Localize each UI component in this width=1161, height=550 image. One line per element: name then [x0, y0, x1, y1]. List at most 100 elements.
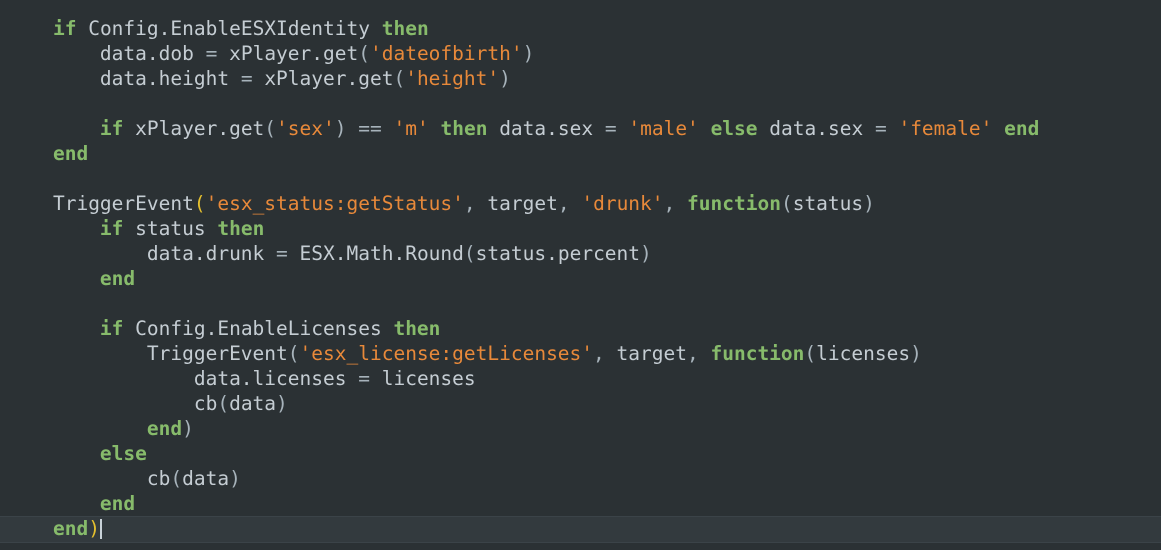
code-line[interactable]: if Config.EnableLicenses then [0, 316, 1161, 341]
code-token: ( [358, 42, 370, 65]
code-token: cb [193, 392, 218, 415]
code-token: 'drunk' [581, 192, 664, 215]
code-token: data.drunk [146, 242, 265, 265]
code-line[interactable]: if xPlayer.get('sex') == 'm' then data.s… [0, 116, 1161, 141]
code-token: 'sex' [276, 117, 335, 140]
code-line[interactable]: data.height = xPlayer.get('height') [0, 66, 1161, 91]
code-text-area[interactable]: if Config.EnableESXIdentity then data.do… [0, 16, 1161, 543]
code-token: 'female' [898, 117, 993, 140]
code-line[interactable]: end) [0, 516, 1161, 543]
code-token: status [792, 192, 864, 215]
code-editor-viewport[interactable]: if Config.EnableESXIdentity then data.do… [0, 0, 1161, 550]
code-line[interactable] [0, 291, 1161, 316]
code-token: if [99, 317, 124, 340]
code-token: data.sex [499, 117, 594, 140]
code-token: = [205, 42, 218, 65]
code-token: ) [499, 67, 511, 90]
code-token: ) [88, 517, 100, 540]
code-token: 'esx_status:getStatus' [205, 192, 464, 215]
code-token: xPlayer.get [264, 67, 394, 90]
code-token: ESX.Math.Round [299, 242, 464, 265]
code-token: cb [146, 467, 171, 490]
code-token: = [358, 367, 370, 390]
code-line[interactable]: TriggerEvent('esx_status:getStatus', tar… [0, 191, 1161, 216]
code-line[interactable]: data.dob = xPlayer.get('dateofbirth') [0, 41, 1161, 66]
code-token: 'm' [393, 117, 429, 140]
code-line[interactable]: cb(data) [0, 466, 1161, 491]
code-line[interactable]: end [0, 491, 1161, 516]
code-token: ) [182, 417, 194, 440]
code-token: ) [334, 117, 347, 140]
code-token: then [217, 217, 265, 240]
code-line[interactable]: cb(data) [0, 391, 1161, 416]
code-token: data.dob [99, 42, 194, 65]
code-token: ( [393, 67, 406, 90]
code-line[interactable]: data.drunk = ESX.Math.Round(status.perce… [0, 241, 1161, 266]
code-token: then [381, 17, 429, 40]
code-token: ( [193, 192, 206, 215]
code-token: ( [217, 392, 230, 415]
code-token: Config.EnableLicenses [135, 317, 382, 340]
code-token: xPlayer.get [135, 117, 265, 140]
code-line[interactable]: end) [0, 416, 1161, 441]
text-cursor [99, 519, 102, 539]
code-line[interactable]: else [0, 441, 1161, 466]
code-line[interactable]: if status then [0, 216, 1161, 241]
code-line[interactable] [0, 166, 1161, 191]
code-token: ) [910, 342, 922, 365]
code-token: data.licenses [193, 367, 347, 390]
code-token: status [135, 217, 206, 240]
code-token: ( [287, 342, 300, 365]
code-line[interactable]: if Config.EnableESXIdentity then [0, 16, 1161, 41]
code-token: , [593, 342, 605, 365]
code-token: = [240, 67, 253, 90]
code-token: ) [863, 192, 875, 215]
code-line[interactable]: TriggerEvent('esx_license:getLicenses', … [0, 341, 1161, 366]
code-line[interactable]: end [0, 141, 1161, 166]
code-line[interactable]: data.licenses = licenses [0, 366, 1161, 391]
code-token: if [99, 117, 124, 140]
code-token: data [182, 467, 230, 490]
code-token: ) [522, 42, 535, 65]
code-token: end [99, 267, 136, 290]
code-token: end [52, 517, 89, 540]
code-token: TriggerEvent [52, 192, 194, 215]
code-token: data.height [99, 67, 230, 90]
code-token: then [393, 317, 441, 340]
code-token: , [557, 192, 570, 215]
code-line[interactable]: end [0, 266, 1161, 291]
code-token: = [276, 242, 288, 265]
code-line[interactable] [0, 91, 1161, 116]
code-token: target [616, 342, 687, 365]
code-token: else [710, 117, 758, 140]
